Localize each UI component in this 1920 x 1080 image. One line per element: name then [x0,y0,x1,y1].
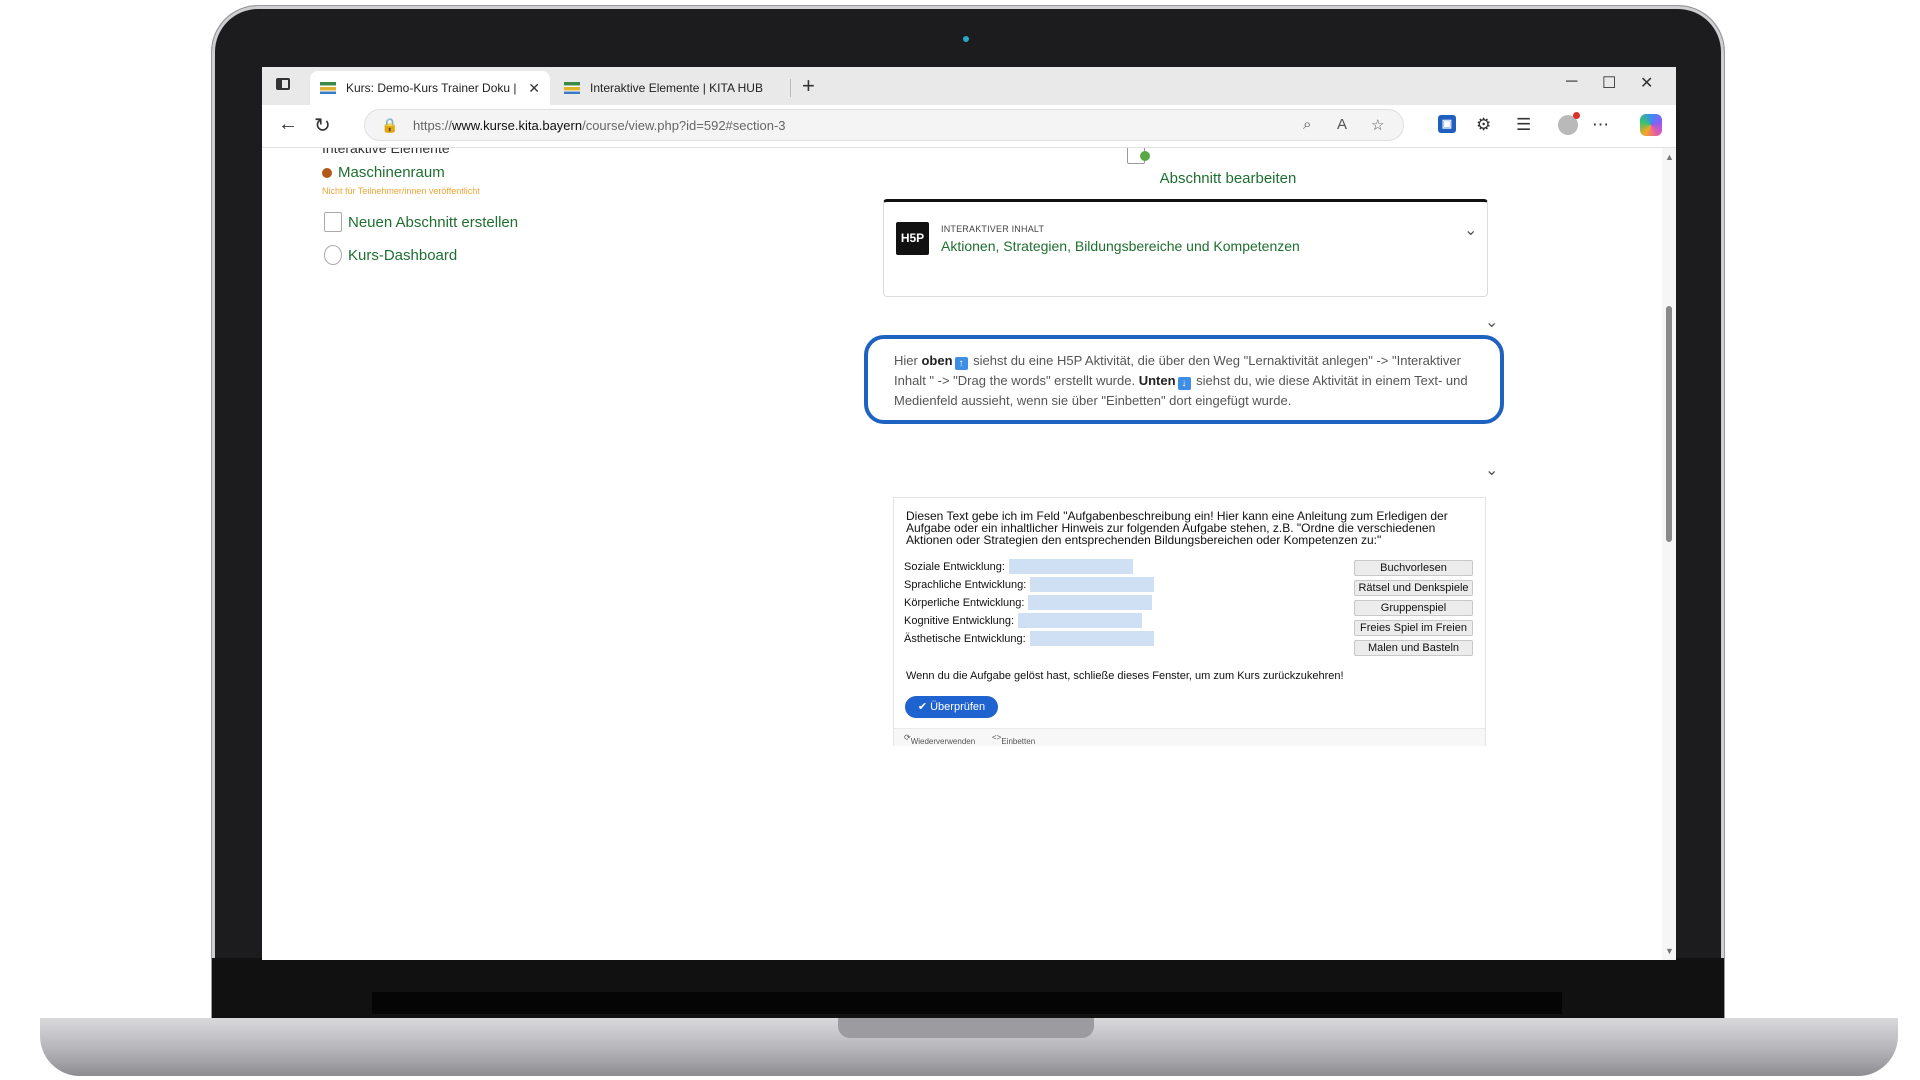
notification-dot [1573,112,1580,119]
field-label: Sprachliche Entwicklung: [904,578,1027,591]
field-label: Körperliche Entwicklung: [904,596,1025,609]
minimize-icon[interactable]: ─ [1566,73,1577,91]
favorite-star-icon[interactable]: ☆ [1371,116,1384,134]
draggable-word[interactable]: Gruppenspiel [1354,600,1473,616]
chevron-down-icon[interactable]: ⌄ [1464,220,1477,240]
edit-section-icon[interactable] [1127,148,1150,164]
reuse-label: Wiederverwenden [910,737,976,746]
zoom-icon[interactable]: ⌕ [1303,116,1311,133]
back-icon[interactable]: ← [278,113,298,136]
edit-section-link[interactable]: Abschnitt bearbeiten [918,170,1538,187]
browser-toolbar: ← ↻ 🔒 https://www.kurse.kita.bayern/cour… [262,105,1676,148]
site-favicon-icon [320,82,336,94]
h5p-embed: Diesen Text gebe ich im Feld "Aufgabenbe… [893,497,1486,746]
field-label: Ästhetische Entwicklung: [904,632,1026,645]
read-aloud-icon[interactable]: A [1337,116,1347,133]
activity-type-label: INTERAKTIVER INHALT [941,224,1045,234]
draggable-word[interactable]: Buchvorlesen [1354,560,1473,576]
tab-interactive-elements[interactable]: Interaktive Elemente | KITA HUB D [554,71,776,105]
draggable-word[interactable]: Malen und Basteln [1354,640,1473,656]
url-text[interactable]: https://www.kurse.kita.bayern/course/vie… [413,118,786,133]
h5p-footer: ⟳ Wiederverwenden <> Einbetten [894,728,1485,746]
check-button[interactable]: ✔ Überprüfen [905,696,998,718]
draggable-word[interactable]: Rätsel und Denkspiele [1354,580,1473,596]
drop-zone[interactable] [1029,631,1154,646]
lock-icon[interactable]: 🔒 [381,117,398,134]
laptop-notch [838,1018,1094,1038]
reload-icon[interactable]: ↻ [314,113,331,138]
browser-window: Kurs: Demo-Kurs Trainer Doku | K ✕ Inter… [262,67,1676,960]
link-label: Neuen Abschnitt erstellen [348,213,519,231]
course-dashboard-link[interactable]: Kurs-Dashboard [324,245,457,265]
tab-separator [790,79,791,97]
task-description: Diesen Text gebe ich im Feld "Aufgabenbe… [906,509,1448,547]
copilot-icon[interactable] [1640,114,1662,136]
arrow-down-icon: ↓ [1177,377,1191,390]
drop-zone[interactable] [1018,613,1143,628]
more-menu-icon[interactable]: ⋯ [1592,115,1609,135]
drop-row-aesthetic: Ästhetische Entwicklung: [904,631,1154,646]
activity-card[interactable]: H5P INTERAKTIVER INHALT Aktionen, Strate… [883,199,1488,297]
dashboard-icon [324,245,342,265]
sidebar-item-maschinenraum[interactable]: Maschinenraum [322,164,445,181]
extension-icon[interactable]: ▣ [1438,115,1456,133]
bezel-strip [372,992,1562,1014]
chevron-down-icon[interactable]: ⌄ [1485,460,1498,480]
tab-course[interactable]: Kurs: Demo-Kurs Trainer Doku | K ✕ [310,71,550,105]
extensions-puzzle-icon[interactable]: ⚙ [1476,115,1491,135]
favorites-icon[interactable]: ☰ [1516,115,1531,135]
status-dot-icon [322,167,332,178]
check-circle-icon: ✔ [917,701,931,713]
sidebar-section-heading: Interaktive Elemente [322,148,450,156]
scroll-thumb[interactable] [1666,306,1672,542]
tab-bar: Kurs: Demo-Kurs Trainer Doku | K ✕ Inter… [262,67,1676,105]
webcam-dot [963,36,969,42]
h5p-logo-icon: H5P [896,222,929,255]
new-tab-icon[interactable]: + [802,73,815,99]
info-text-box: Hier oben ↑ siehst du eine H5P Aktivität,… [864,335,1504,424]
address-bar[interactable]: 🔒 https://www.kurse.kita.bayern/course/v… [364,109,1404,141]
close-tab-icon[interactable]: ✕ [528,80,540,97]
link-label: Kurs-Dashboard [348,246,458,264]
chevron-down-icon[interactable]: ⌄ [1485,312,1498,332]
drop-zone[interactable] [1028,595,1153,610]
activity-title-link[interactable]: Aktionen, Strategien, Bildungsbereiche u… [941,238,1300,254]
embed-button[interactable]: <> Einbetten [992,733,1035,746]
drop-row-social: Soziale Entwicklung: [904,559,1133,574]
tab-title: Kurs: Demo-Kurs Trainer Doku | K [346,81,521,95]
drop-zone[interactable] [1030,577,1155,592]
tab-title: Interaktive Elemente | KITA HUB D [590,81,766,95]
reuse-button[interactable]: ⟳ Wiederverwenden [904,733,975,746]
tab-actions-icon[interactable] [276,78,290,90]
drop-row-physical: Körperliche Entwicklung: [904,595,1153,610]
drop-row-language: Sprachliche Entwicklung: [904,577,1155,592]
drop-row-cognitive: Kognitive Entwicklung: [904,613,1143,628]
vertical-scrollbar[interactable]: ▲ ▼ [1662,148,1676,960]
draggable-word[interactable]: Freies Spiel im Freien [1354,620,1473,636]
completion-hint: Wenn du die Aufgabe gelöst hast, schließ… [906,670,1344,682]
close-window-icon[interactable]: ✕ [1640,73,1653,93]
maximize-icon[interactable]: ☐ [1602,73,1616,93]
check-label: Überprüfen [930,701,986,713]
field-label: Soziale Entwicklung: [904,560,1005,573]
page-content: Interaktive Elemente Maschinenraum Nicht… [262,148,1676,960]
unpublished-note: Nicht für Teilnehmer/innen veröffentlich… [322,186,480,196]
drop-zone[interactable] [1008,559,1133,574]
scroll-up-icon[interactable]: ▲ [1665,152,1674,162]
field-label: Kognitive Entwicklung: [904,614,1015,627]
scroll-down-icon[interactable]: ▼ [1665,946,1674,956]
new-section-icon [324,212,342,232]
arrow-up-icon: ↑ [954,357,968,370]
site-favicon-icon [564,82,580,94]
new-section-link[interactable]: Neuen Abschnitt erstellen [324,212,518,232]
embed-label: Einbetten [1001,737,1036,746]
sidebar-item-label: Maschinenraum [338,164,445,181]
